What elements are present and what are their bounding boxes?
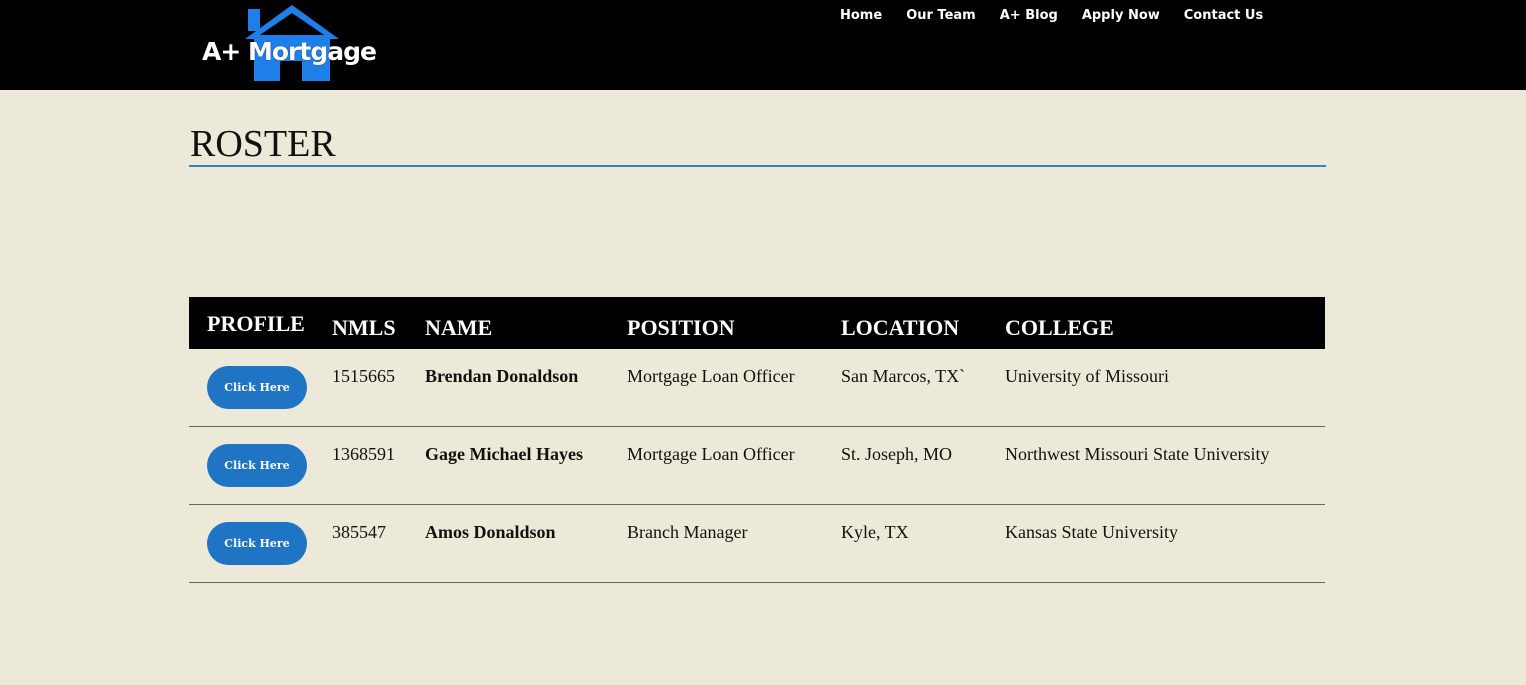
position-cell: Mortgage Loan Officer [627,366,795,386]
header-position: POSITION [627,315,735,340]
profile-button[interactable]: Click Here [207,444,307,487]
nav-home[interactable]: Home [840,8,882,23]
nmls-cell: 1515665 [332,366,395,386]
nmls-cell: 385547 [332,522,386,542]
site-header: A+ Mortgage Home Our Team A+ Blog Apply … [0,0,1526,90]
main-nav: Home Our Team A+ Blog Apply Now Contact … [840,8,1287,23]
position-cell: Branch Manager [627,522,748,542]
profile-button[interactable]: Click Here [207,366,307,409]
header-profile: PROFILE [207,311,305,336]
nav-our-team[interactable]: Our Team [906,8,976,23]
name-cell: Gage Michael Hayes [425,444,583,464]
roster-table: PROFILE NMLS NAME POSITION LOCATION COLL… [189,297,1325,583]
college-cell: Kansas State University [1005,522,1178,542]
nav-contact-us[interactable]: Contact Us [1184,8,1263,23]
nav-apply-now[interactable]: Apply Now [1082,8,1160,23]
header-nmls: NMLS [332,315,396,340]
nav-blog[interactable]: A+ Blog [1000,8,1058,23]
header-name: NAME [425,315,493,340]
position-cell: Mortgage Loan Officer [627,444,795,464]
nmls-cell: 1368591 [332,444,395,464]
location-cell: St. Joseph, MO [841,444,953,464]
name-cell: Brendan Donaldson [425,366,579,386]
title-divider [189,165,1326,167]
header-college: COLLEGE [1005,315,1114,340]
logo[interactable]: A+ Mortgage [200,3,380,81]
table-header: PROFILE NMLS NAME POSITION LOCATION COLL… [189,297,1325,349]
header-location: LOCATION [841,315,960,340]
name-cell: Amos Donaldson [425,522,556,542]
college-cell: University of Missouri [1005,366,1169,386]
page-title: ROSTER [190,123,336,165]
table-row: Click Here 385547 Amos Donaldson Branch … [189,505,1325,583]
location-cell: San Marcos, TX` [841,366,966,386]
logo-text: A+ Mortgage [202,37,377,66]
table-row: Click Here 1368591 Gage Michael Hayes Mo… [189,427,1325,505]
table-row: Click Here 1515665 Brendan Donaldson Mor… [189,349,1325,427]
college-cell: Northwest Missouri State University [1005,444,1270,464]
location-cell: Kyle, TX [841,522,909,542]
profile-button[interactable]: Click Here [207,522,307,565]
